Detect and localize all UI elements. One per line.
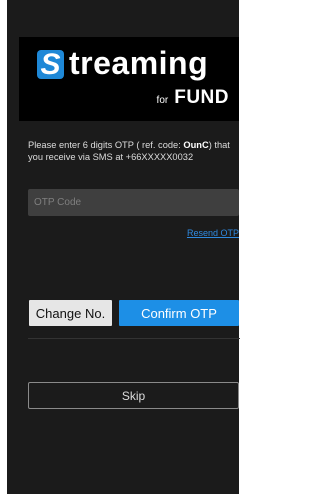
- confirm-otp-button[interactable]: Confirm OTP: [119, 300, 239, 326]
- otp-code-input[interactable]: [28, 189, 239, 216]
- logo-tagline: for FUND: [157, 87, 229, 109]
- brand-header: S treaming for FUND: [19, 37, 239, 121]
- streaming-logo-icon: S: [37, 50, 64, 80]
- otp-instructions: Please enter 6 digits OTP ( ref. code: O…: [28, 139, 240, 163]
- instructions-prefix: Please enter 6 digits OTP ( ref. code:: [28, 140, 184, 150]
- app-screen: S treaming for FUND: [7, 0, 239, 494]
- change-number-button[interactable]: Change No.: [29, 300, 112, 326]
- divider: [28, 338, 240, 339]
- resend-otp-link[interactable]: Resend OTP: [187, 228, 239, 238]
- tagline-for: for: [156, 95, 169, 106]
- ref-code: OunC: [183, 140, 209, 150]
- logo-wordmark: treaming: [69, 45, 209, 81]
- tagline-fund: FUND: [174, 87, 229, 108]
- skip-button[interactable]: Skip: [28, 382, 239, 409]
